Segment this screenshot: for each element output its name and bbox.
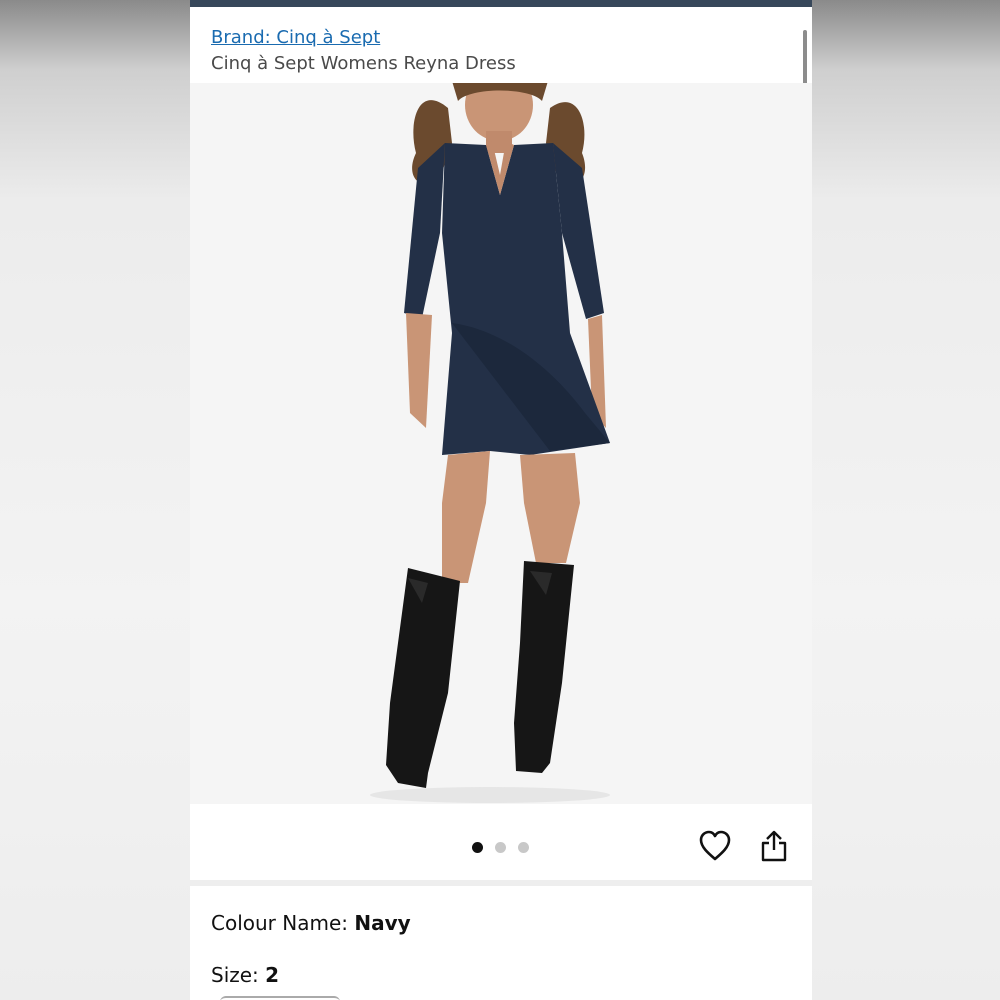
colour-attribute: Colour Name: Navy [211, 911, 411, 935]
size-label: Size: [211, 963, 266, 987]
colour-value: Navy [354, 911, 411, 935]
leg-right [520, 453, 580, 563]
image-controls [190, 804, 812, 880]
size-value: 2 [265, 963, 280, 987]
share-button[interactable] [760, 830, 788, 866]
product-photo-illustration [370, 83, 610, 803]
product-page: Brand: Cinq à Sept Cinq à Sept Womens Re… [190, 0, 812, 1000]
top-bar [190, 0, 812, 7]
floor-shadow [370, 787, 610, 803]
boot-left [386, 568, 460, 788]
size-option-chip[interactable] [220, 996, 340, 1000]
forearm-left [406, 313, 432, 428]
carousel-dot-3[interactable] [518, 842, 529, 853]
carousel-dot-2[interactable] [495, 842, 506, 853]
share-icon [761, 830, 787, 862]
brand-link[interactable]: Brand: Cinq à Sept [211, 27, 380, 48]
wishlist-button[interactable] [698, 830, 732, 866]
leg-left [442, 451, 490, 583]
carousel-dot-1[interactable] [472, 842, 483, 853]
colour-label: Colour Name: [211, 911, 355, 935]
boot-right [514, 561, 574, 773]
size-attribute: Size: 2 [211, 963, 279, 987]
heart-icon [699, 830, 731, 861]
product-title: Cinq à Sept Womens Reyna Dress [211, 53, 516, 74]
product-image[interactable] [190, 83, 812, 804]
section-divider [190, 880, 812, 886]
sleeve-left [404, 143, 445, 318]
